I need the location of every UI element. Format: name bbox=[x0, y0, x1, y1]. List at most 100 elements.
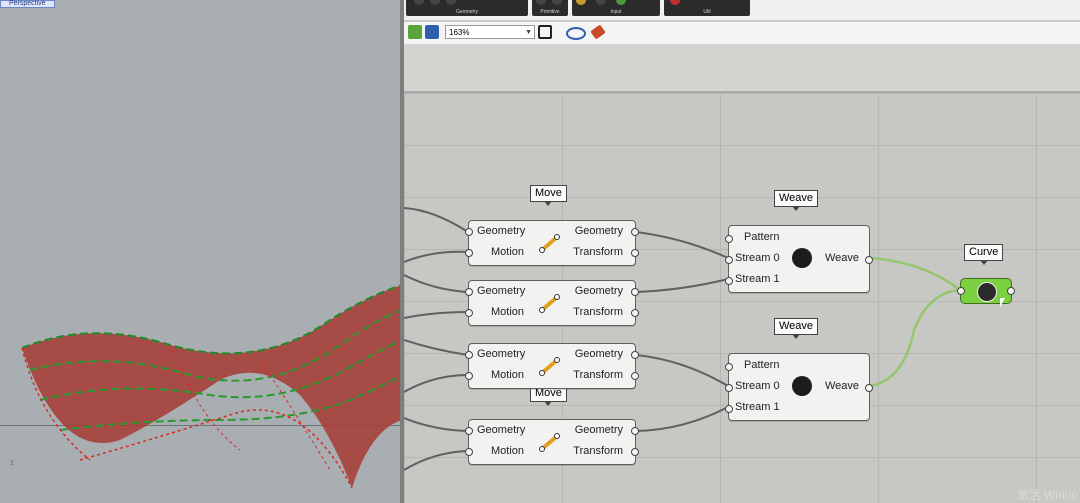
output-weave: Weave bbox=[824, 380, 859, 392]
input-port[interactable] bbox=[465, 288, 473, 296]
output-transform: Transform bbox=[573, 246, 623, 258]
move-arrow-icon bbox=[539, 433, 560, 452]
output-geometry: Geometry bbox=[574, 285, 623, 297]
input-pattern: Pattern bbox=[744, 359, 780, 371]
save-file-icon[interactable] bbox=[425, 25, 439, 39]
viewport-axis-label: z bbox=[10, 458, 14, 467]
input-port[interactable] bbox=[725, 384, 733, 392]
output-geometry: Geometry bbox=[574, 348, 623, 360]
component-icon[interactable] bbox=[446, 0, 456, 5]
component-icon[interactable] bbox=[430, 0, 440, 5]
component-icon[interactable] bbox=[616, 0, 626, 5]
input-geometry: Geometry bbox=[477, 225, 526, 237]
output-port[interactable] bbox=[631, 249, 639, 257]
move-component[interactable]: Geometry Motion Geometry Transform bbox=[465, 343, 639, 389]
curve-label-balloon: Curve bbox=[964, 244, 1004, 265]
output-port[interactable] bbox=[631, 351, 639, 359]
move-component[interactable]: Geometry Motion Geometry Transform bbox=[465, 419, 639, 465]
output-port[interactable] bbox=[631, 372, 639, 380]
output-port[interactable] bbox=[631, 448, 639, 456]
input-port[interactable] bbox=[725, 363, 733, 371]
weave-icon bbox=[792, 376, 812, 396]
output-port[interactable] bbox=[631, 427, 639, 435]
input-stream-1: Stream 1 bbox=[735, 273, 780, 285]
input-port[interactable] bbox=[465, 427, 473, 435]
component-icon[interactable] bbox=[576, 0, 586, 5]
input-motion: Motion bbox=[491, 445, 525, 457]
activation-watermark: 激活 Windo bbox=[1016, 488, 1078, 502]
output-port[interactable] bbox=[865, 384, 873, 392]
output-port[interactable] bbox=[631, 309, 639, 317]
curve-icon bbox=[977, 282, 997, 302]
input-port[interactable] bbox=[725, 277, 733, 285]
canvas-header-band bbox=[404, 44, 1080, 93]
input-motion: Motion bbox=[491, 369, 525, 381]
paint-brush-icon[interactable] bbox=[590, 24, 606, 40]
input-port[interactable] bbox=[725, 256, 733, 264]
input-motion: Motion bbox=[491, 306, 525, 318]
move-arrow-icon bbox=[539, 294, 560, 313]
input-port[interactable] bbox=[465, 351, 473, 359]
rhino-perspective-viewport[interactable]: Perspective z bbox=[0, 0, 402, 503]
input-stream-0: Stream 0 bbox=[735, 252, 780, 264]
move-label-balloon: Move bbox=[530, 185, 567, 206]
input-port[interactable] bbox=[465, 249, 473, 257]
mouse-cursor-icon bbox=[1000, 298, 1005, 307]
zoom-select[interactable]: 163% ▼ bbox=[445, 25, 535, 39]
move-component[interactable]: Geometry Motion Geometry Transform bbox=[465, 280, 639, 326]
preview-eye-icon[interactable] bbox=[566, 27, 586, 40]
input-stream-0: Stream 0 bbox=[735, 380, 780, 392]
input-port[interactable] bbox=[465, 372, 473, 380]
component-icon[interactable] bbox=[596, 0, 606, 5]
output-geometry: Geometry bbox=[574, 225, 623, 237]
zoom-extents-icon[interactable] bbox=[538, 25, 552, 39]
weave-label-balloon: Weave bbox=[774, 318, 819, 339]
input-geometry: Geometry bbox=[477, 348, 526, 360]
input-geometry: Geometry bbox=[477, 285, 526, 297]
chevron-down-icon: ▼ bbox=[525, 29, 532, 36]
output-transform: Transform bbox=[573, 445, 623, 457]
output-geometry: Geometry bbox=[574, 424, 623, 436]
weave-component[interactable]: Pattern Stream 0 Stream 1 Weave bbox=[725, 353, 873, 421]
move-arrow-icon bbox=[539, 357, 560, 376]
output-port[interactable] bbox=[865, 256, 873, 264]
canvas-toolbar: 163% ▼ bbox=[404, 22, 1080, 44]
component-icon[interactable] bbox=[536, 0, 546, 5]
input-port[interactable] bbox=[465, 228, 473, 236]
weave-component[interactable]: Pattern Stream 0 Stream 1 Weave bbox=[725, 225, 873, 293]
weave-label-balloon: Weave bbox=[774, 190, 819, 211]
weave-icon bbox=[792, 248, 812, 268]
input-port[interactable] bbox=[725, 405, 733, 413]
tab-util[interactable]: Util bbox=[664, 0, 750, 16]
input-pattern: Pattern bbox=[744, 231, 780, 243]
output-port[interactable] bbox=[631, 288, 639, 296]
tab-label: Primitive bbox=[540, 9, 560, 15]
component-icon[interactable] bbox=[414, 0, 424, 5]
input-geometry: Geometry bbox=[477, 424, 526, 436]
input-port[interactable] bbox=[465, 309, 473, 317]
zoom-value: 163% bbox=[449, 28, 470, 37]
tab-primitive[interactable]: Primitive bbox=[532, 0, 568, 16]
tab-label: Util bbox=[703, 9, 711, 15]
input-port[interactable] bbox=[957, 287, 965, 295]
tab-input[interactable]: Input bbox=[572, 0, 660, 16]
component-icon[interactable] bbox=[670, 0, 680, 5]
input-stream-1: Stream 1 bbox=[735, 401, 780, 413]
output-port[interactable] bbox=[1007, 287, 1015, 295]
component-tabs: Geometry Primitive Input Util bbox=[404, 0, 1080, 20]
open-file-icon[interactable] bbox=[408, 25, 422, 39]
move-arrow-icon bbox=[539, 234, 560, 253]
move-component[interactable]: Geometry Motion Geometry Transform bbox=[465, 220, 639, 266]
tab-label: Input bbox=[610, 9, 622, 15]
output-transform: Transform bbox=[573, 369, 623, 381]
input-port[interactable] bbox=[725, 235, 733, 243]
output-port[interactable] bbox=[631, 228, 639, 236]
component-icon[interactable] bbox=[552, 0, 562, 5]
output-transform: Transform bbox=[573, 306, 623, 318]
tab-label: Geometry bbox=[456, 9, 478, 15]
input-port[interactable] bbox=[465, 448, 473, 456]
input-motion: Motion bbox=[491, 246, 525, 258]
tab-geometry[interactable]: Geometry bbox=[406, 0, 528, 16]
woven-surface bbox=[21, 284, 402, 489]
output-weave: Weave bbox=[824, 252, 859, 264]
